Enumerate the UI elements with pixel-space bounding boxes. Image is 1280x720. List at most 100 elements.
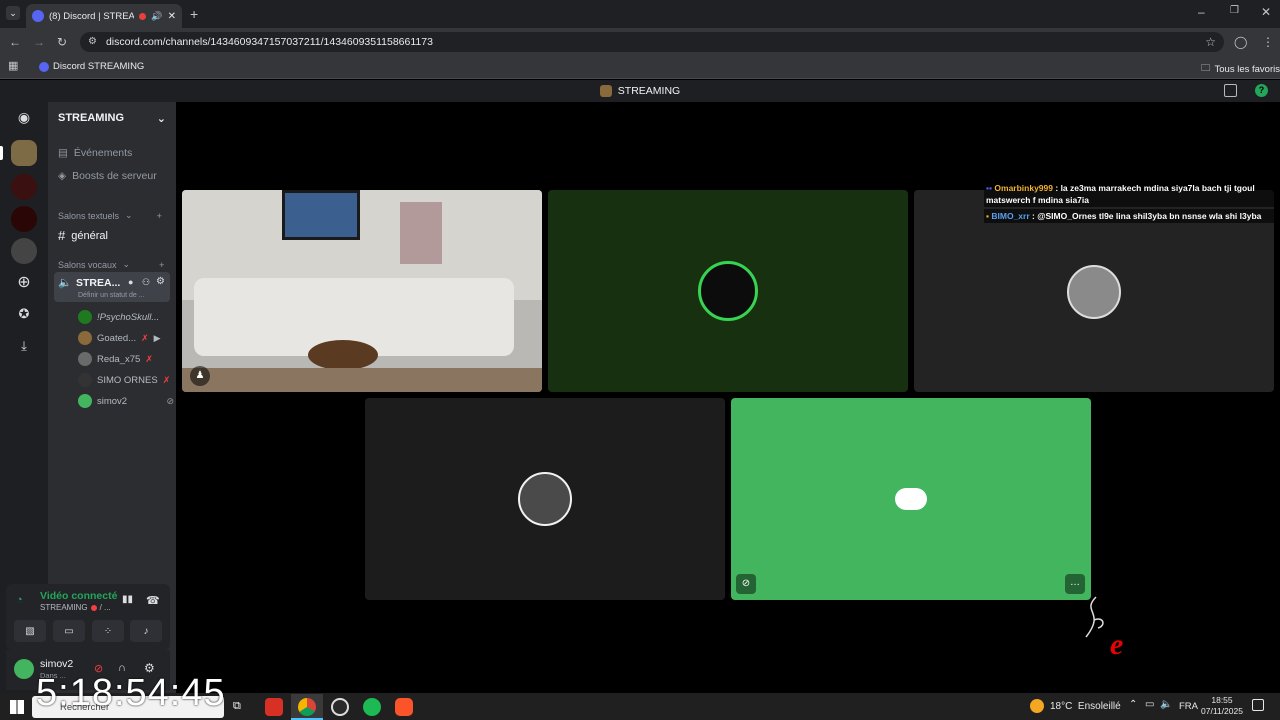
weather-label[interactable]: 18°C Ensoleillé (1050, 701, 1121, 712)
server-3[interactable] (11, 206, 37, 232)
notifications-icon[interactable] (1252, 699, 1264, 711)
svg-text:e: e (1110, 628, 1123, 661)
volume-icon[interactable]: 🔈 (1160, 699, 1172, 710)
video-tile-user-4[interactable] (365, 398, 725, 600)
brave-icon[interactable] (395, 698, 413, 716)
screen-share-button[interactable]: ▭ (53, 620, 85, 642)
boosts-item[interactable]: ◈ Boosts de serveur (48, 170, 176, 182)
video-tile-user-2[interactable] (548, 190, 908, 392)
server-header[interactable]: STREAMING ⌄ (58, 112, 166, 125)
discord-logo-icon (895, 488, 927, 510)
chat-overlay: ▪▪ Omarbinky999 : la ze3ma marrakech mdi… (984, 181, 1276, 223)
close-tab-icon[interactable]: ✕ (168, 11, 176, 22)
back-icon[interactable]: ← (9, 36, 21, 48)
spotify-icon[interactable] (363, 698, 381, 716)
signal-icon: ◔ (16, 594, 23, 606)
close-window-icon[interactable]: ✕ (1261, 6, 1271, 18)
reload-icon[interactable]: ↻ (57, 36, 67, 48)
apps-grid-icon[interactable]: ▦ (8, 61, 18, 72)
browser-tab[interactable]: (8) Discord | STREAMING 🔊 ✕ (26, 4, 182, 28)
events-item[interactable]: ▤ Événements (48, 147, 176, 159)
video-tile-camera[interactable]: ♟ (182, 190, 542, 392)
mic-icon[interactable]: ♟ (190, 366, 210, 386)
site-info-icon[interactable]: ⚙ (88, 37, 97, 47)
avatar (78, 352, 92, 366)
windows-start-icon[interactable] (10, 700, 24, 714)
voice-channel-info[interactable]: STREAMING / ... (40, 603, 111, 612)
voice-category[interactable]: Salons vocaux ⌄ + (48, 259, 176, 270)
forward-icon[interactable]: → (33, 36, 45, 48)
mic-muted-icon[interactable]: ⊘ (736, 574, 756, 594)
chrome-icon[interactable] (298, 698, 316, 716)
add-server-icon[interactable]: ⊕ (11, 269, 37, 295)
video-tile-simov2[interactable]: ⊘ … (731, 398, 1091, 600)
chat-icon[interactable]: ● (128, 277, 133, 287)
voice-category-label: Salons vocaux (58, 259, 117, 270)
user-avatar[interactable] (14, 659, 34, 679)
settings-gear-icon[interactable]: ⚙ (156, 276, 165, 287)
lang-indicator[interactable]: FRA (1179, 701, 1198, 712)
soundboard-button[interactable]: ♪ (130, 620, 162, 642)
channel-general[interactable]: # général (48, 228, 176, 243)
hashtag-icon: # (58, 228, 66, 243)
voice-status-label[interactable]: Vidéo connecté (40, 590, 117, 602)
avatar (78, 331, 92, 345)
add-channel-icon[interactable]: + (159, 260, 164, 270)
camera-off-button[interactable]: ▧ (14, 620, 46, 642)
server-4[interactable] (11, 238, 37, 264)
voice-user-2[interactable]: Goated... ✗ ▶ (78, 331, 174, 345)
download-icon[interactable]: ⤓ (11, 333, 37, 359)
user-avatar (1067, 265, 1121, 319)
voice-channel-item[interactable]: 🔈 STREA... ● ⚇ ⚙ Définir un statut de ..… (54, 272, 170, 302)
channel-label: général (71, 229, 108, 242)
all-bookmarks[interactable]: 🗀 Tous les favoris (1201, 61, 1280, 77)
chevron-down-icon: ⌄ (156, 113, 166, 125)
tab-list-button[interactable]: ⌄ (6, 6, 20, 20)
help-icon[interactable]: ? (1255, 84, 1268, 97)
bookmarks-bar: ▦ Discord STREAMING 🗀 Tous les favoris (0, 56, 1280, 79)
address-bar[interactable]: ⚙ discord.com/channels/14346093471570372… (80, 32, 1224, 52)
browser-tab-bar: ⌄ (8) Discord | STREAMING 🔊 ✕ + – ❐ ✕ (0, 0, 1280, 28)
text-category[interactable]: Salons textuels ⌄ + (48, 210, 176, 221)
inbox-icon[interactable] (1224, 84, 1237, 97)
voice-user-4[interactable]: SIMO ORNES ✗ (78, 373, 174, 387)
invite-icon[interactable]: ⚇ (142, 277, 150, 288)
bookmark-star-icon[interactable]: ☆ (1205, 36, 1216, 48)
discord-bookmark-icon (39, 61, 49, 72)
minimize-icon[interactable]: – (1198, 6, 1205, 18)
discord-home-icon[interactable]: ◉ (11, 104, 37, 130)
text-category-label: Salons textuels (58, 210, 120, 221)
recording-icon (139, 12, 147, 20)
url-text: discord.com/channels/1434609347157037211… (105, 36, 433, 48)
events-label: Événements (73, 147, 133, 159)
task-view-icon[interactable]: ⧉ (233, 700, 241, 713)
new-tab-icon[interactable]: + (190, 7, 198, 21)
category-chevron-icon: ⌄ (122, 259, 131, 269)
network-icon[interactable]: ▭ (1145, 699, 1154, 710)
system-clock[interactable]: 18:55 07/11/2025 (1200, 695, 1244, 717)
bookmark-discord[interactable]: Discord STREAMING (39, 61, 144, 72)
table (308, 340, 378, 370)
bookmark-label: Discord STREAMING (53, 61, 145, 72)
add-channel-icon[interactable]: + (157, 211, 162, 221)
activities-button[interactable]: ⁘ (92, 620, 124, 642)
user-name[interactable]: simov2 (40, 658, 73, 670)
tray-chevron-icon[interactable]: ⌃ (1129, 699, 1137, 710)
voice-user-5[interactable]: simov2 ⊘ (78, 394, 174, 408)
taskbar-app-red-icon[interactable] (265, 698, 283, 716)
discover-icon[interactable]: ✪ (11, 301, 37, 327)
voice-user-3[interactable]: Reda_x75 ✗ (78, 352, 174, 366)
menu-icon[interactable]: ⋮ (1262, 36, 1274, 48)
server-streaming[interactable] (11, 140, 37, 166)
noise-suppression-icon[interactable]: ▮▮ (122, 594, 133, 605)
disconnect-icon[interactable]: ☎ (146, 594, 160, 607)
live-dot-icon (90, 604, 97, 611)
restore-icon[interactable]: ❐ (1230, 6, 1239, 16)
obs-icon[interactable] (331, 698, 349, 716)
server-2[interactable] (11, 174, 37, 200)
alien-avatar (698, 261, 758, 321)
voice-status[interactable]: Définir un statut de ... (78, 292, 145, 299)
profile-icon[interactable]: ◯ (1234, 36, 1247, 48)
more-options-icon[interactable]: … (1065, 574, 1085, 594)
voice-user-1[interactable]: !PsychoSkull... (78, 310, 174, 324)
